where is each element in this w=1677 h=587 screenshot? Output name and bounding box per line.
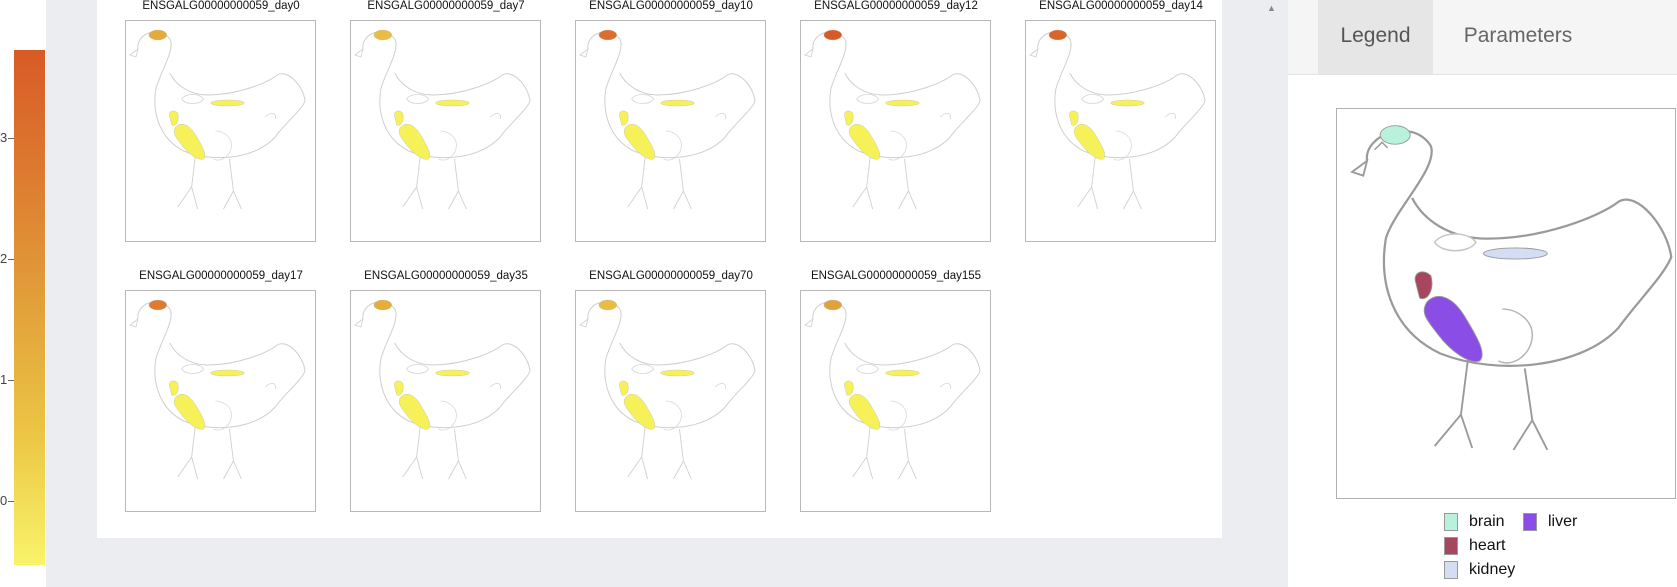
chicken-figure [125, 20, 316, 242]
liver-region [848, 394, 881, 430]
legend-liver-shape [1423, 296, 1483, 362]
kidney-region [660, 369, 695, 377]
liver-region [173, 394, 206, 430]
scroll-up-arrow-icon[interactable]: ▲ [1267, 3, 1276, 13]
liver-region [398, 124, 431, 160]
legend-swatch [1444, 561, 1458, 579]
brain-region [823, 299, 842, 311]
kidney-region [210, 99, 245, 107]
color-scale-bar [14, 50, 45, 565]
tab-bar: Legend Parameters [1288, 0, 1677, 75]
heart-region [619, 110, 629, 126]
heatmap-cell-title: ENSGALG00000000059_day35 [364, 270, 528, 282]
legend-swatch [1523, 513, 1537, 531]
legend-kidney-shape [1482, 247, 1548, 260]
heart-region [844, 110, 854, 126]
heart-region [1069, 110, 1079, 126]
brain-region [823, 29, 842, 41]
colorbar-tick-mark [8, 380, 14, 381]
legend-heart-shape [1414, 271, 1433, 300]
heatmap-cell-title: ENSGALG00000000059_day155 [810, 270, 982, 282]
kidney-region [435, 99, 470, 107]
heatmap-cell-title: ENSGALG00000000059_day10 [589, 0, 753, 12]
heatmap-cell-title: ENSGALG00000000059_day14 [1039, 0, 1203, 12]
liver-region [398, 394, 431, 430]
colorbar-tick-mark [8, 138, 14, 139]
heart-region [169, 110, 179, 126]
kidney-region [660, 99, 695, 107]
brain-region [1048, 29, 1067, 41]
colorbar-tick-mark [8, 259, 14, 260]
heart-region [844, 380, 854, 396]
colorbar-tick-mark [8, 501, 14, 502]
chicken-figure [575, 290, 766, 512]
heatmap-cell-title: ENSGALG00000000059_day17 [139, 270, 303, 282]
liver-region [848, 124, 881, 160]
brain-region [373, 29, 392, 41]
brain-region [148, 29, 167, 41]
heart-region [619, 380, 629, 396]
tab-parameters[interactable]: Parameters [1448, 0, 1588, 74]
legend-label: liver [1548, 513, 1578, 530]
chicken-figure [125, 290, 316, 512]
chicken-figure [350, 290, 541, 512]
legend-chicken-figure [1336, 108, 1676, 499]
chicken-figure [800, 290, 991, 512]
brain-region [598, 29, 617, 41]
liver-region [623, 394, 656, 430]
brain-region [148, 299, 167, 311]
liver-region [623, 124, 656, 160]
heatmap-cell-title: ENSGALG00000000059_day12 [814, 0, 978, 12]
chicken-figure [350, 20, 541, 242]
kidney-region [210, 369, 245, 377]
chicken-figure [1025, 20, 1216, 242]
heart-region [394, 380, 404, 396]
heatmap-cell-title: ENSGALG00000000059_day0 [142, 0, 300, 12]
kidney-region [885, 369, 920, 377]
brain-region [373, 299, 392, 311]
legend-label: heart [1469, 537, 1506, 554]
kidney-region [885, 99, 920, 107]
brain-region [598, 299, 617, 311]
chicken-figure [800, 20, 991, 242]
liver-region [173, 124, 206, 160]
tab-legend[interactable]: Legend [1318, 0, 1433, 74]
kidney-region [435, 369, 470, 377]
chicken-legend-svg [1350, 125, 1673, 451]
legend-swatch [1444, 513, 1458, 531]
heart-region [169, 380, 179, 396]
liver-region [1073, 124, 1106, 160]
heatmap-cell-title: ENSGALG00000000059_day70 [589, 270, 753, 282]
kidney-region [1110, 99, 1145, 107]
legend-label: kidney [1469, 561, 1516, 578]
heatmap-cell-title: ENSGALG00000000059_day7 [367, 0, 525, 12]
chicken-figure [575, 20, 766, 242]
legend-brain-shape [1379, 125, 1411, 145]
legend-label: brain [1469, 513, 1505, 530]
heart-region [394, 110, 404, 126]
legend-swatch [1444, 537, 1458, 555]
